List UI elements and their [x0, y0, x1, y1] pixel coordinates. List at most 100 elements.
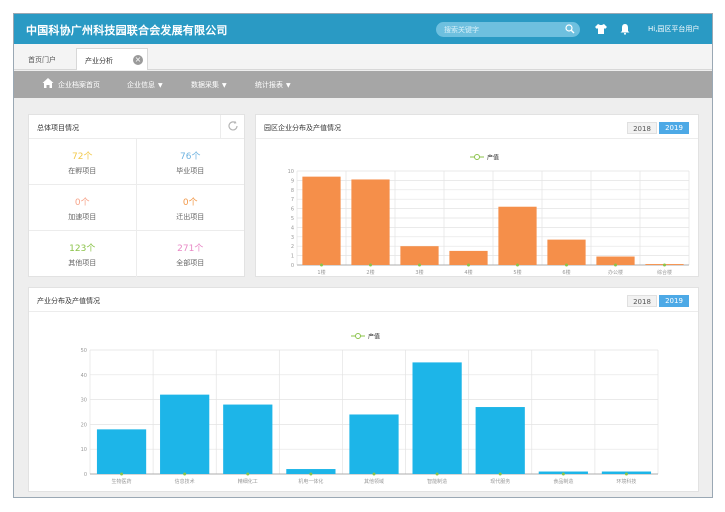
line-point [418, 263, 421, 267]
x-tick-label: 3楼 [415, 269, 423, 276]
x-tick-label: 精细化工 [238, 478, 258, 485]
line-point [309, 472, 313, 476]
industry-chart-panel: 产业分布及产值情况 2018 2019 产值 0 10 20 30 40 50 生物医药 信息技… [28, 287, 699, 492]
y-tick-label: 5 [291, 216, 294, 222]
y-tick-label: 40 [81, 373, 87, 379]
stat-label: 迁出项目 [176, 213, 205, 221]
year-tab-2019[interactable]: 2019 [659, 122, 689, 134]
y-tick-label: 9 [291, 178, 294, 184]
stat-label: 加速项目 [68, 213, 97, 221]
y-tick-label: 7 [291, 197, 294, 203]
y-tick-label: 1 [291, 254, 294, 260]
legend-marker [474, 154, 480, 160]
stat-value: 76个 [180, 152, 201, 162]
nav-item-reports[interactable]: 统计报表 ▼ [255, 80, 291, 90]
x-tick-label: 机电一体化 [298, 478, 323, 485]
refresh-icon[interactable] [227, 120, 239, 132]
bar [302, 176, 341, 265]
bar [351, 179, 390, 265]
x-tick-label: 2楼 [366, 269, 374, 276]
bar [400, 246, 439, 265]
bar [412, 362, 462, 474]
stats-grid: 72个 在孵项目 76个 毕业项目 0个 加速项目 0个 迁出项目 123个 其… [29, 139, 244, 277]
nav-item-data-collection[interactable]: 数据采集 ▼ [191, 80, 227, 90]
line-point [120, 472, 124, 476]
y-tick-label: 10 [288, 169, 294, 175]
stat-value: 271个 [177, 244, 204, 254]
x-tick-label: 生物医药 [112, 478, 132, 485]
x-tick-label: 环境科技 [616, 478, 636, 485]
bell-icon[interactable] [619, 23, 631, 35]
x-tick-label: 其他领域 [364, 478, 384, 485]
user-greeting[interactable]: Hi,园区平台用户 [648, 24, 699, 34]
tab-home[interactable]: 首页门户 [20, 48, 76, 70]
x-tick-label: 4楼 [464, 269, 472, 276]
line-point [369, 263, 372, 267]
line-point [624, 472, 628, 476]
line-point [467, 263, 470, 267]
y-tick-label: 6 [291, 207, 294, 213]
refresh-button[interactable] [220, 115, 244, 138]
y-tick-label: 30 [81, 398, 87, 404]
line-point [246, 472, 250, 476]
tab-industry-analysis[interactable]: 产业分析 × [76, 48, 148, 70]
search-input[interactable] [444, 23, 554, 36]
line-point [498, 472, 502, 476]
y-tick-label: 3 [291, 235, 294, 241]
year-tab-2019[interactable]: 2019 [659, 295, 689, 307]
bar [160, 394, 210, 474]
stat-value: 72个 [72, 152, 93, 162]
x-tick-label: 食品制造 [553, 478, 573, 485]
x-tick-label: 综合楼 [657, 269, 672, 276]
line-point [435, 472, 439, 476]
x-tick-label: 现代服务 [490, 478, 510, 485]
stat-value: 0个 [74, 198, 90, 208]
stat-accelerating[interactable]: 0个 加速项目 [29, 185, 137, 231]
nav-item-enterprise-info[interactable]: 企业信息 ▼ [127, 80, 163, 90]
year-tab-2018[interactable]: 2018 [627, 122, 657, 134]
y-tick-label: 4 [291, 225, 294, 231]
x-tick-label: 1楼 [317, 269, 325, 276]
line-point [614, 263, 617, 267]
stat-label: 其他项目 [68, 259, 97, 267]
bar [223, 404, 273, 474]
industry-chart-title: 产业分布及产值情况 [37, 297, 100, 305]
stat-all[interactable]: 271个 全部项目 [137, 231, 245, 277]
bar [449, 250, 488, 265]
stat-graduated[interactable]: 76个 毕业项目 [136, 139, 244, 185]
legend-label: 产值 [368, 333, 380, 341]
search-box[interactable] [436, 22, 580, 37]
home-icon[interactable] [42, 77, 54, 89]
tab-label: 产业分析 [85, 57, 113, 65]
overview-title: 总体项目情况 [37, 124, 79, 132]
park-chart-title: 园区企业分布及产值情况 [264, 124, 341, 132]
line-point [663, 263, 666, 267]
stat-other[interactable]: 123个 其他项目 [29, 231, 137, 277]
legend-label: 产值 [487, 154, 499, 162]
app-title: 中国科协广州科技园联合会发展有限公司 [26, 24, 228, 37]
year-tab-2018[interactable]: 2018 [627, 295, 657, 307]
stat-label: 全部项目 [176, 259, 205, 267]
search-icon[interactable] [565, 24, 575, 34]
x-tick-label: 智能制造 [427, 478, 447, 485]
bar [475, 407, 525, 474]
line-point [516, 263, 519, 267]
shirt-icon[interactable] [595, 23, 607, 35]
stat-value: 123个 [69, 244, 96, 254]
bar [498, 206, 537, 265]
y-tick-label: 50 [81, 348, 87, 354]
y-tick-label: 0 [291, 263, 294, 269]
nav-item-enterprise-home[interactable]: 企业档案首页 [58, 80, 100, 90]
main-nav: 企业档案首页 企业信息 ▼ 数据采集 ▼ 统计报表 ▼ [14, 71, 712, 98]
stat-moved-out[interactable]: 0个 迁出项目 [136, 185, 244, 231]
line-point [561, 472, 565, 476]
chevron-down-icon: ▼ [286, 82, 291, 89]
stat-label: 在孵项目 [68, 167, 97, 175]
industry-bar-chart: 产值 0 10 20 30 40 50 生物医药 信息技术 精细化工 机电一体化 其他领域 智能制造 现代… [81, 333, 659, 485]
close-icon[interactable]: × [133, 55, 143, 65]
line-point [372, 472, 376, 476]
y-tick-label: 8 [291, 188, 294, 194]
park-bar-chart: 产值 0 1 2 3 4 5 6 7 8 9 10 1楼 2楼 3楼 4楼 5楼 6楼 办公楼 综合楼 [288, 154, 690, 276]
bar [349, 414, 399, 474]
stat-incubating[interactable]: 72个 在孵项目 [29, 139, 137, 185]
